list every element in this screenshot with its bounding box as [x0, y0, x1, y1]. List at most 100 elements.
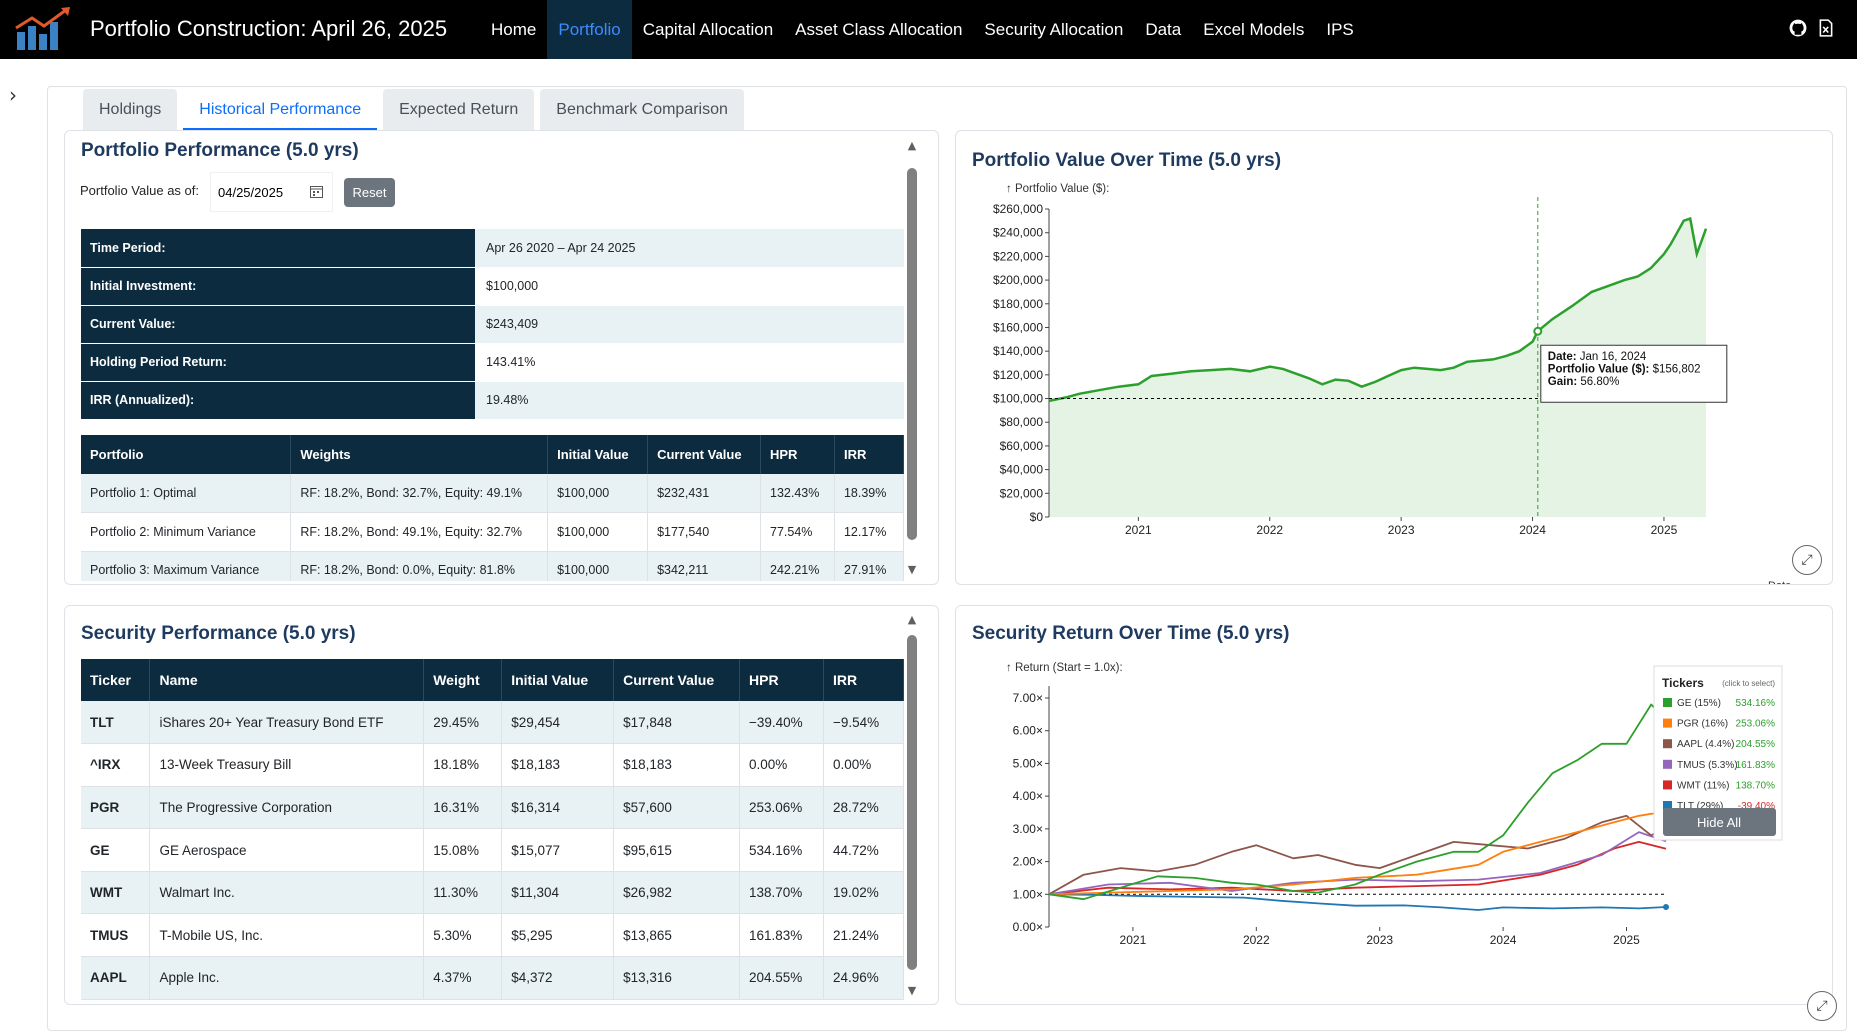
- x-axis-label: Date→: [1768, 580, 1802, 585]
- chart-logo-icon[interactable]: [14, 6, 74, 52]
- table-cell: 0.00%: [739, 743, 824, 787]
- summary-row: Time Period: Apr 26 2020 – Apr 24 2025: [81, 229, 904, 268]
- column-header[interactable]: Ticker: [81, 659, 151, 701]
- table-row[interactable]: GE GE Aerospace 15.08% $15,077 $95,615 534.16…: [81, 828, 905, 872]
- y-tick-label: 5.00×: [1013, 756, 1043, 770]
- table-row[interactable]: AAPL Apple Inc. 4.37% $4,372 $13,316 204.55% 2…: [81, 956, 905, 1000]
- x-tick-label: 2023: [1366, 933, 1393, 947]
- nav-link-capital-allocation[interactable]: Capital Allocation: [632, 0, 784, 59]
- column-header[interactable]: Initial Value: [501, 659, 615, 701]
- table-row[interactable]: TLT iShares 20+ Year Treasury Bond ETF 29.…: [81, 701, 905, 745]
- legend-item-label[interactable]: TMUS (5.3%): [1677, 760, 1738, 771]
- portfolio-value-chart[interactable]: ↑ Portfolio Value ($): $0 $20,000 $40,000 $6…: [956, 131, 1833, 585]
- date-label: Portfolio Value as of:: [80, 183, 199, 198]
- excel-icon[interactable]: [1817, 19, 1835, 37]
- nav-link-data[interactable]: Data: [1134, 0, 1192, 59]
- column-header[interactable]: IRR: [823, 659, 905, 701]
- table-cell: 19.02%: [823, 871, 905, 915]
- summary-row: Current Value: $243,409: [81, 305, 904, 344]
- column-header[interactable]: HPR: [760, 435, 835, 474]
- scroll-thumb[interactable]: [907, 635, 917, 970]
- scroll-down-arrow-icon[interactable]: ▼: [906, 564, 918, 575]
- top-navbar: Portfolio Construction: April 26, 2025 H…: [0, 0, 1857, 59]
- table-row[interactable]: PGR The Progressive Corporation 16.31% $16,…: [81, 786, 905, 830]
- x-tick-label: 2023: [1388, 523, 1415, 537]
- ticker-cell: AAPL: [81, 956, 151, 1000]
- table-cell: $95,615: [613, 828, 741, 872]
- nav-link-ips[interactable]: IPS: [1315, 0, 1364, 59]
- expand-chart-icon[interactable]: ⤢: [1807, 991, 1837, 1021]
- sidebar-toggle-chevron-icon[interactable]: ›: [9, 85, 25, 106]
- column-header[interactable]: IRR: [834, 435, 904, 474]
- series-line-wmt[interactable]: [1048, 841, 1667, 896]
- tab-historical-performance[interactable]: Historical Performance: [183, 89, 378, 130]
- tab-expected-return[interactable]: Expected Return: [383, 89, 535, 130]
- legend-item-label[interactable]: GE (15%): [1677, 698, 1721, 709]
- column-header[interactable]: HPR: [739, 659, 824, 701]
- column-header[interactable]: Initial Value: [547, 435, 649, 474]
- table-row[interactable]: Portfolio 1: Optimal RF: 18.2%, Bond: 32.…: [81, 474, 904, 513]
- tab-benchmark-comparison[interactable]: Benchmark Comparison: [540, 89, 744, 130]
- legend-swatch[interactable]: [1663, 759, 1672, 769]
- expand-chart-icon[interactable]: ⤢: [1792, 545, 1822, 575]
- series-line-aapl[interactable]: [1048, 814, 1667, 896]
- legend-item-label[interactable]: PGR (16%): [1677, 719, 1728, 730]
- table-cell: 18.39%: [834, 474, 904, 513]
- hover-point[interactable]: [1533, 326, 1543, 336]
- column-header[interactable]: Portfolio: [81, 435, 292, 474]
- table-cell: 15.08%: [423, 828, 503, 872]
- legend-swatch[interactable]: [1663, 739, 1672, 749]
- column-header[interactable]: Current Value: [647, 435, 761, 474]
- security-return-chart-panel: Security Return Over Time (5.0 yrs) ↑ Re…: [955, 605, 1833, 1005]
- summary-label: Time Period:: [81, 229, 475, 268]
- table-row[interactable]: Portfolio 2: Minimum Variance RF: 18.2%, …: [81, 512, 904, 552]
- nav-link-home[interactable]: Home: [480, 0, 547, 59]
- hide-all-button[interactable]: Hide All: [1663, 808, 1776, 836]
- tooltip-line: Gain: 56.80%: [1548, 376, 1620, 388]
- table-cell: T-Mobile US, Inc.: [149, 913, 425, 958]
- table-cell: 4.37%: [423, 956, 503, 1000]
- table-row[interactable]: ^IRX 13-Week Treasury Bill 18.18% $18,183 $1…: [81, 743, 905, 787]
- column-header[interactable]: Current Value: [613, 659, 741, 701]
- nav-link-asset-class-allocation[interactable]: Asset Class Allocation: [784, 0, 973, 59]
- table-cell: 16.31%: [423, 786, 503, 830]
- reset-button[interactable]: Reset: [344, 178, 395, 207]
- legend-swatch[interactable]: [1663, 718, 1672, 728]
- series-line-tmus[interactable]: [1048, 831, 1667, 896]
- table-cell: $232,431: [647, 474, 761, 513]
- series-line-tlt[interactable]: [1048, 893, 1667, 911]
- legend-swatch[interactable]: [1663, 780, 1672, 790]
- summary-value: 19.48%: [475, 381, 904, 420]
- table-row[interactable]: Portfolio 3: Maximum Variance RF: 18.2%, …: [81, 551, 904, 581]
- table-cell: 18.18%: [423, 743, 503, 787]
- legend-swatch[interactable]: [1663, 698, 1672, 707]
- table-cell: 12.17%: [834, 512, 904, 552]
- column-header[interactable]: Weights: [290, 435, 549, 474]
- legend-hint: (click to select): [1722, 679, 1775, 688]
- security-return-chart[interactable]: ↑ Return (Start = 1.0x): 0.00× 1.00× 2.00× 3…: [956, 606, 1833, 1005]
- security-panel-scrollbar[interactable]: ▲ ▼: [906, 614, 918, 999]
- portfolio-panel-scrollbar[interactable]: ▲ ▼: [906, 140, 918, 578]
- table-row[interactable]: WMT Walmart Inc. 11.30% $11,304 $26,982 138.7…: [81, 871, 905, 915]
- hide-all-label[interactable]: Hide All: [1697, 815, 1741, 830]
- legend-item-label[interactable]: WMT (11%): [1677, 780, 1729, 791]
- summary-value: 143.41%: [475, 343, 904, 382]
- table-row[interactable]: TMUS T-Mobile US, Inc. 5.30% $5,295 $13,865 1…: [81, 913, 905, 958]
- nav-link-security-allocation[interactable]: Security Allocation: [973, 0, 1134, 59]
- table-cell: 27.91%: [834, 551, 904, 581]
- table-cell: $100,000: [547, 474, 649, 513]
- nav-link-excel-models[interactable]: Excel Models: [1192, 0, 1315, 59]
- calendar-icon[interactable]: [310, 185, 323, 198]
- scroll-up-arrow-icon[interactable]: ▲: [906, 140, 918, 151]
- scroll-up-arrow-icon[interactable]: ▲: [906, 614, 918, 625]
- scroll-down-arrow-icon[interactable]: ▼: [906, 985, 918, 996]
- column-header[interactable]: Weight: [423, 659, 503, 701]
- column-header[interactable]: Name: [149, 659, 425, 701]
- summary-label: IRR (Annualized):: [81, 381, 475, 420]
- scroll-thumb[interactable]: [907, 168, 917, 540]
- github-icon[interactable]: [1789, 19, 1807, 37]
- legend-item-label[interactable]: AAPL (4.4%): [1677, 739, 1734, 750]
- summary-label: Holding Period Return:: [81, 343, 475, 382]
- nav-link-portfolio[interactable]: Portfolio: [547, 0, 632, 59]
- tab-holdings[interactable]: Holdings: [83, 89, 178, 130]
